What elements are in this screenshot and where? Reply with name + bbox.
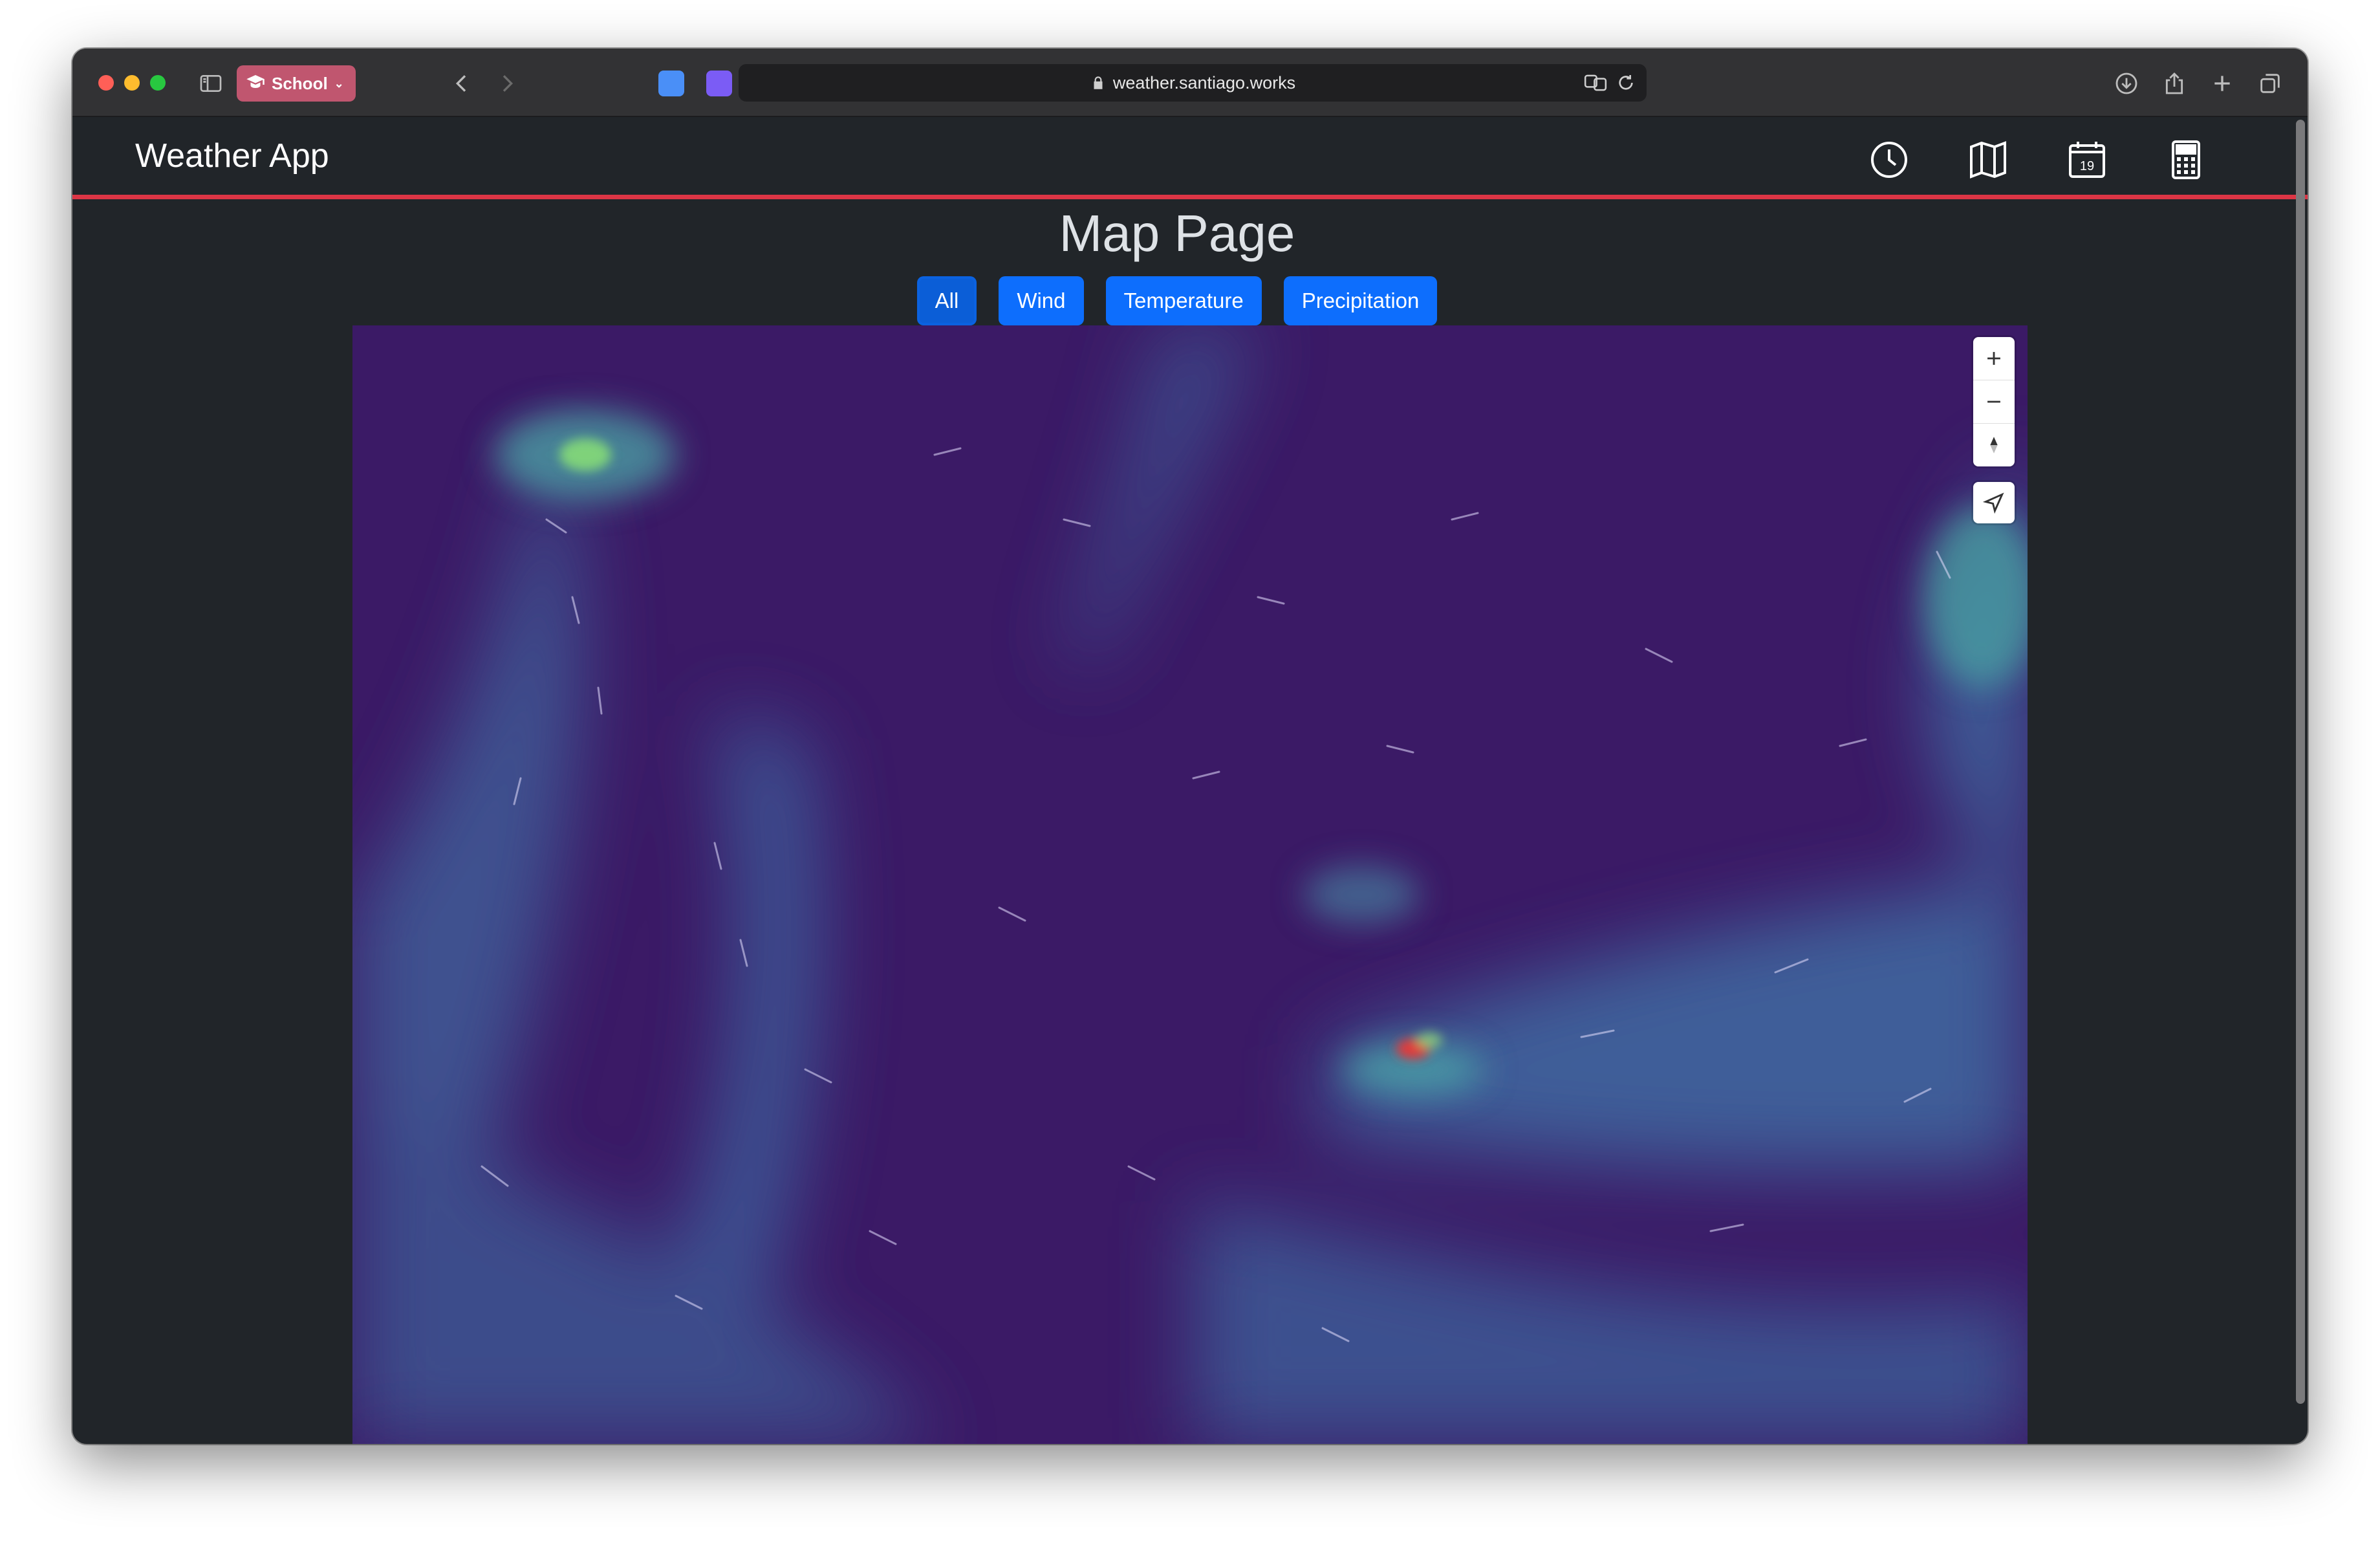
forward-icon[interactable] (492, 68, 523, 99)
app-navbar: Weather App 19 (72, 117, 2308, 199)
app-brand[interactable]: Weather App (135, 137, 329, 175)
page-title: Map Page (1059, 204, 1295, 262)
browser-window: School ⌄ weather.santiago.works Weather … (72, 49, 2308, 1444)
profile-button[interactable]: School ⌄ (237, 65, 356, 102)
filter-temperature-button[interactable]: Temperature (1105, 276, 1262, 325)
tab-overview-icon[interactable] (2255, 68, 2286, 99)
download-icon[interactable] (2111, 68, 2142, 99)
url-text: weather.santiago.works (1112, 72, 1296, 93)
weather-map[interactable] (352, 325, 2028, 1444)
browser-toolbar: School ⌄ weather.santiago.works (72, 49, 2308, 117)
address-bar[interactable]: weather.santiago.works (739, 64, 1647, 102)
reload-icon[interactable] (1616, 72, 1636, 93)
close-window-button[interactable] (98, 75, 114, 91)
sidebar-toggle-icon[interactable] (195, 68, 226, 99)
compass-icon[interactable] (1973, 424, 2015, 466)
new-tab-icon[interactable] (2207, 68, 2238, 99)
filter-button-group: All Wind Temperature Precipitation (72, 276, 2282, 325)
graduation-cap-icon (246, 72, 265, 96)
calendar-day-label: 19 (2080, 159, 2094, 173)
profile-label: School (272, 73, 328, 93)
calendar-icon[interactable]: 19 (2066, 139, 2108, 180)
filter-wind-button[interactable]: Wind (999, 276, 1084, 325)
app-tab-icon[interactable] (706, 71, 732, 96)
calculator-icon[interactable] (2165, 139, 2207, 180)
zoom-in-icon[interactable] (1973, 337, 2015, 380)
back-icon[interactable] (446, 68, 477, 99)
filter-all-button[interactable]: All (916, 276, 977, 325)
zoom-window-button[interactable] (150, 75, 166, 91)
translate-icon[interactable] (1583, 71, 1608, 95)
geolocate-icon[interactable] (1973, 482, 2015, 523)
chevron-down-icon: ⌄ (334, 76, 344, 90)
wind-field-layer (352, 325, 2028, 1444)
filter-precipitation-button[interactable]: Precipitation (1283, 276, 1438, 325)
docs-tab-icon[interactable] (658, 71, 684, 96)
lock-icon (1094, 76, 1103, 89)
clock-icon[interactable] (1868, 139, 1910, 180)
zoom-out-icon[interactable] (1973, 380, 2015, 424)
share-icon[interactable] (2159, 68, 2190, 99)
page-scrollbar[interactable] (2296, 120, 2305, 1404)
map-navigation-control (1973, 337, 2015, 466)
map-icon[interactable] (1967, 139, 2009, 180)
minimize-window-button[interactable] (124, 75, 140, 91)
